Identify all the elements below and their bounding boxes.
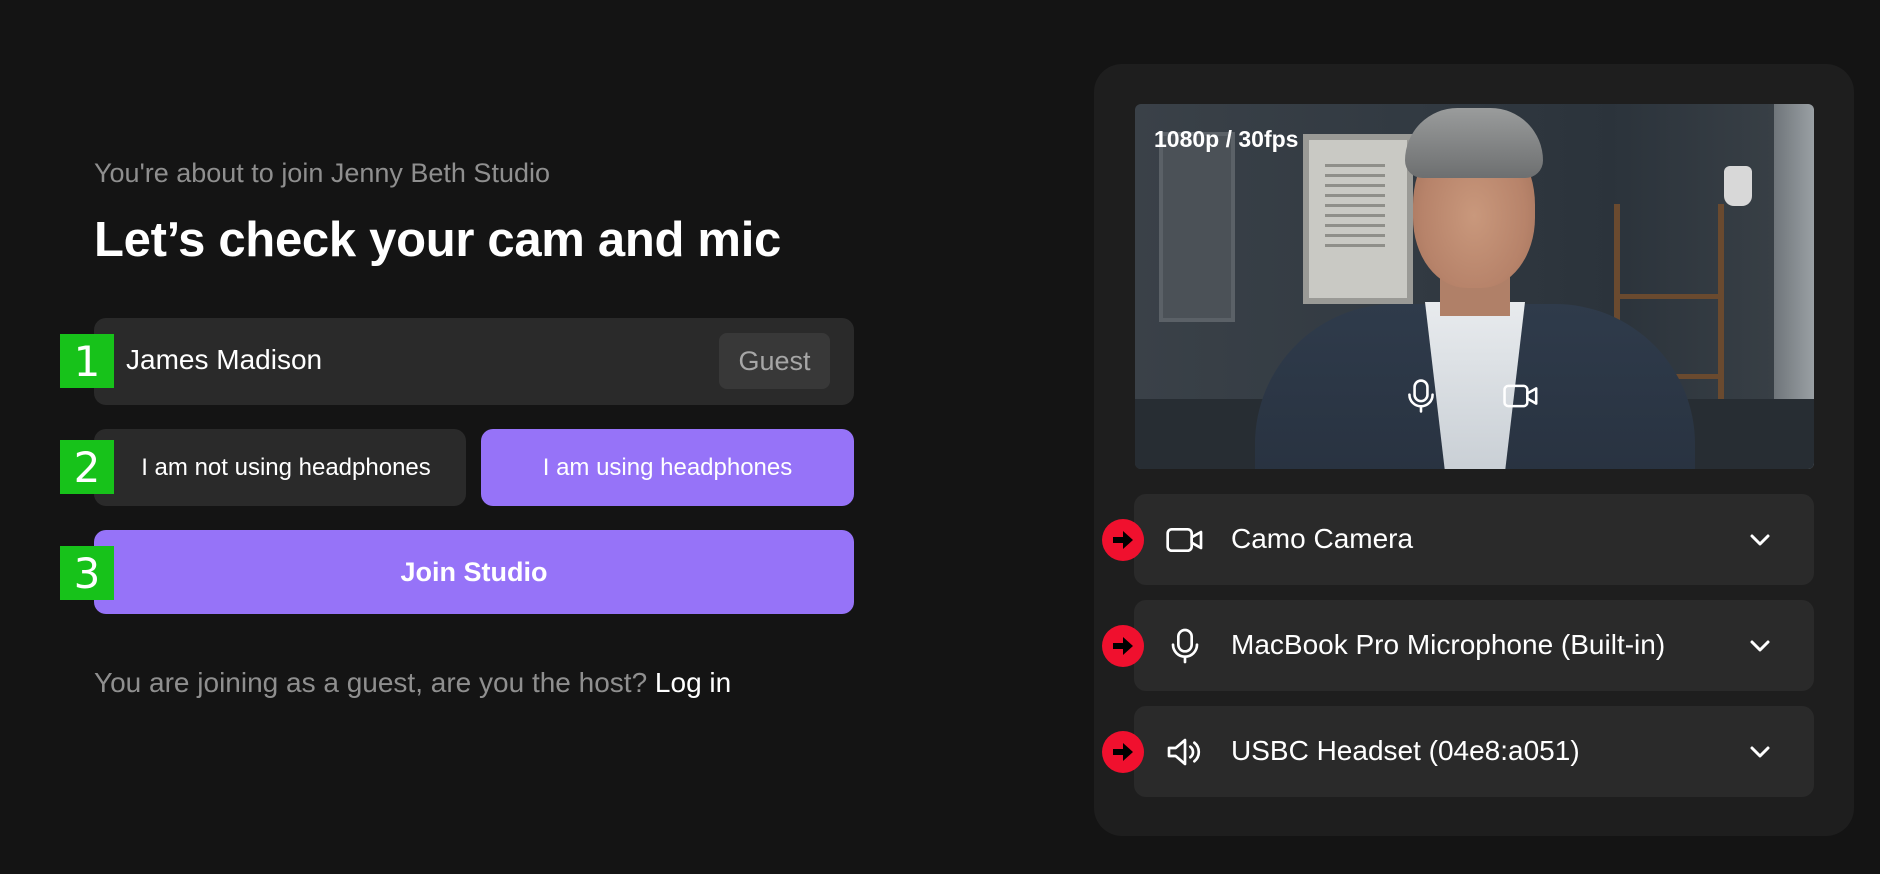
studio-join-page: You're about to join Jenny Beth Studio L… [0, 0, 1880, 874]
step-marker-1: 1 [60, 334, 114, 388]
login-link[interactable]: Log in [655, 667, 731, 698]
join-studio-button[interactable]: Join Studio [94, 530, 854, 614]
video-camera-icon[interactable] [1501, 376, 1541, 416]
arrow-right-marker-icon [1102, 731, 1144, 773]
chevron-down-icon[interactable] [1746, 738, 1774, 766]
using-headphones-label: I am using headphones [542, 453, 793, 481]
name-field[interactable]: James Madison Guest 1 [60, 318, 854, 405]
microphone-icon [1164, 625, 1206, 667]
chevron-down-icon[interactable] [1746, 632, 1774, 660]
page-title: Let’s check your cam and mic [94, 213, 781, 267]
join-studio-label: Join Studio [400, 556, 548, 587]
arrow-right-marker-icon [1102, 519, 1144, 561]
step-marker-3: 3 [60, 546, 114, 600]
step-marker-2: 2 [60, 440, 114, 494]
resolution-label: 1080p / 30fps [1154, 126, 1299, 152]
person-hair [1405, 108, 1543, 178]
host-login-prompt: You are joining as a guest, are you the … [94, 667, 731, 699]
camera-device-label: Camo Camera [1231, 523, 1414, 554]
background-lamp [1724, 166, 1752, 206]
arrow-right-marker-icon [1102, 625, 1144, 667]
using-headphones-button[interactable]: I am using headphones [481, 429, 854, 506]
chevron-down-icon[interactable] [1746, 526, 1774, 554]
background-frame [1159, 132, 1235, 322]
guest-role-badge: Guest [719, 333, 830, 389]
microphone-device-label: MacBook Pro Microphone (Built-in) [1231, 629, 1666, 660]
speaker-select[interactable]: USBC Headset (04e8:a051) [1102, 706, 1814, 797]
camera-select[interactable]: Camo Camera [1102, 494, 1814, 585]
microphone-select[interactable]: MacBook Pro Microphone (Built-in) [1102, 600, 1814, 691]
studio-subtitle: You're about to join Jenny Beth Studio [94, 158, 550, 188]
guest-prompt-text: You are joining as a guest, are you the … [94, 667, 648, 698]
not-using-headphones-button[interactable]: I am not using headphones [94, 429, 466, 506]
poster-text-lines [1325, 164, 1385, 254]
name-input-value[interactable]: James Madison [126, 344, 322, 376]
camera-preview: 1080p / 30fps [1135, 104, 1814, 469]
microphone-icon[interactable] [1401, 376, 1441, 416]
speaker-icon [1164, 731, 1206, 773]
video-camera-icon [1164, 519, 1206, 561]
speaker-device-label: USBC Headset (04e8:a051) [1231, 735, 1580, 766]
device-panel: 1080p / 30fps Camo Camera MacBook Pro Mi… [1094, 64, 1854, 836]
not-using-headphones-label: I am not using headphones [141, 453, 431, 481]
